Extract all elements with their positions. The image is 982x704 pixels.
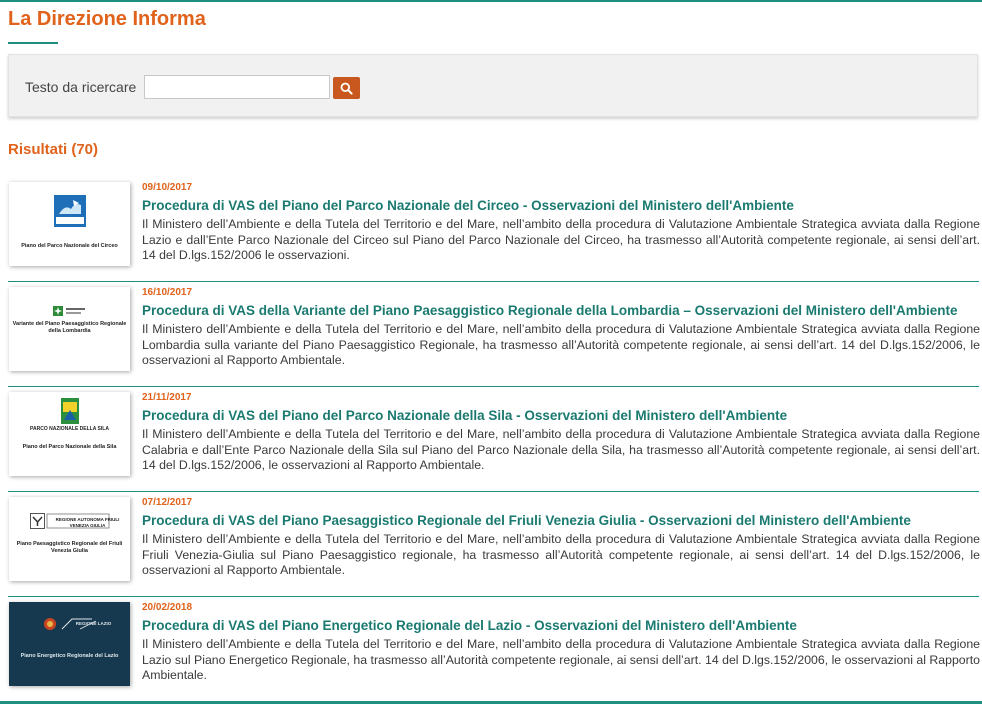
result-thumbnail[interactable]: Piano del Parco Nazionale del Circeo: [9, 182, 130, 266]
result-item: Variante del Piano Paesaggistico Regiona…: [8, 282, 980, 387]
result-description: Il Ministero dell’Ambiente e della Tutel…: [142, 532, 980, 577]
thumbnail-caption: Variante del Piano Paesaggistico Regiona…: [12, 321, 127, 334]
result-thumbnail[interactable]: PARCO NAZIONALE DELLA SILA Piano del Par…: [9, 392, 130, 476]
search-label: Testo da ricercare: [25, 79, 137, 95]
result-title-link[interactable]: Procedura di VAS della Variante del Pian…: [142, 303, 957, 318]
result-title-link[interactable]: Procedura di VAS del Piano del Parco Naz…: [142, 198, 794, 213]
result-date: 07/12/2017: [142, 497, 193, 508]
result-date: 16/10/2017: [142, 287, 193, 298]
page-title: La Direzione Informa: [8, 8, 206, 30]
result-description: Il Ministero dell’Ambiente e della Tutel…: [142, 637, 980, 682]
thumbnail-caption: Piano Paesaggistico Regionale del Friuli…: [16, 541, 123, 554]
results-count: Risultati (70): [8, 141, 99, 158]
thumbnail-logo-text: REGIONE AUTONOMA FRIULI VENEZIA GIULIA: [55, 517, 120, 528]
result-description: Il Ministero dell’Ambiente e della Tutel…: [142, 427, 980, 472]
search-panel: Testo da ricercare: [8, 54, 978, 117]
result-thumbnail[interactable]: REGIONE AUTONOMA FRIULI VENEZIA GIULIA P…: [9, 497, 130, 581]
result-date: 21/11/2017: [142, 392, 192, 403]
result-item: REGIONE AUTONOMA FRIULI VENEZIA GIULIA P…: [8, 492, 980, 597]
circeo-logo-icon: [53, 195, 86, 227]
results-list: Piano del Parco Nazionale del Circeo 09/…: [8, 177, 980, 702]
lombardia-logo-icon: [52, 306, 85, 316]
title-underline: [8, 42, 58, 44]
thumbnail-caption: Piano del Parco Nazionale del Circeo: [21, 243, 118, 249]
result-item: REGIONE LAZIO Piano Energetico Regionale…: [8, 597, 980, 702]
result-thumbnail[interactable]: Variante del Piano Paesaggistico Regiona…: [9, 287, 130, 371]
result-title-link[interactable]: Procedura di VAS del Piano Paesaggistico…: [142, 513, 911, 528]
result-date: 09/10/2017: [142, 182, 193, 193]
result-date: 20/02/2018: [142, 602, 193, 613]
search-icon: [340, 82, 353, 95]
result-title-link[interactable]: Procedura di VAS del Piano Energetico Re…: [142, 618, 797, 633]
result-description: Il Ministero dell’Ambiente e della Tutel…: [142, 322, 980, 367]
thumbnail-logo-text: REGIONE LAZIO: [75, 621, 112, 626]
result-thumbnail[interactable]: REGIONE LAZIO Piano Energetico Regionale…: [9, 602, 130, 686]
search-button[interactable]: [333, 77, 360, 99]
result-title-link[interactable]: Procedura di VAS del Piano del Parco Naz…: [142, 408, 787, 423]
sila-logo-icon: [60, 398, 79, 424]
thumbnail-caption: Piano Energetico Regionale del Lazio: [20, 653, 119, 659]
result-item: Piano del Parco Nazionale del Circeo 09/…: [8, 177, 980, 282]
thumbnail-caption: Piano del Parco Nazionale della Sila: [22, 444, 117, 450]
result-description: Il Ministero dell’Ambiente e della Tutel…: [142, 217, 980, 262]
result-item: PARCO NAZIONALE DELLA SILA Piano del Par…: [8, 387, 980, 492]
thumbnail-logo-text: PARCO NAZIONALE DELLA SILA: [30, 426, 109, 432]
search-input[interactable]: [144, 75, 330, 99]
